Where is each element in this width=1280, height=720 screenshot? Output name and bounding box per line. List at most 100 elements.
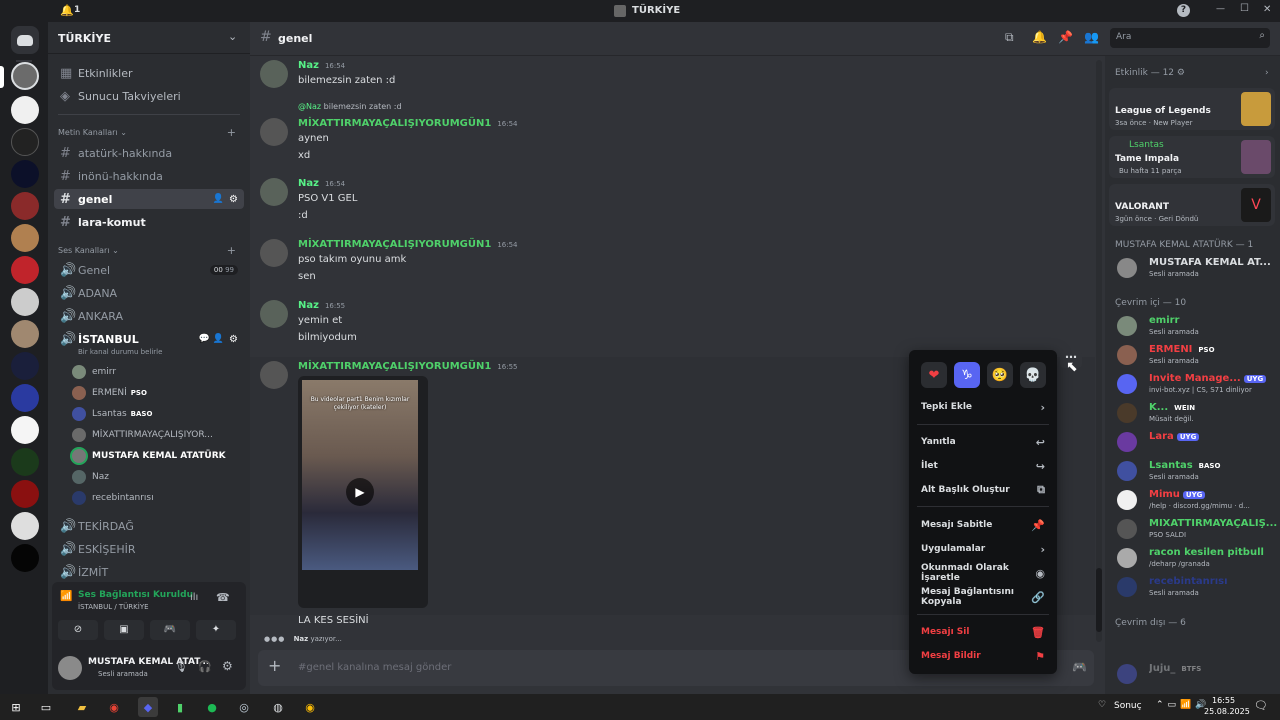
- camera-button[interactable]: ⊘: [58, 620, 98, 640]
- channel-genel[interactable]: # genel 👤 ⚙: [54, 189, 244, 209]
- close-button[interactable]: ✕: [1263, 4, 1271, 15]
- invite-icon[interactable]: 👤: [213, 194, 224, 204]
- voice-channels-header[interactable]: Ses Kanalları ⌄ +: [58, 244, 240, 257]
- server-header[interactable]: TÜRKİYE ⌄: [48, 22, 250, 54]
- avatar[interactable]: [260, 361, 288, 389]
- menu-report[interactable]: Mesaj Bildir ⚑: [913, 645, 1053, 667]
- guild-icon[interactable]: [11, 512, 39, 540]
- member-item[interactable]: recebintanrısı Sesli aramada: [1117, 573, 1277, 601]
- voice-channel-tekirdag[interactable]: 🔊 TEKİRDAĞ: [54, 516, 244, 536]
- guild-icon[interactable]: [11, 352, 39, 380]
- bell-icon[interactable]: 🔔: [1032, 30, 1047, 44]
- author-name[interactable]: MİXATTIRMAYAÇALIŞIYORUMGÜN1: [298, 239, 491, 250]
- chrome-icon[interactable]: ◉: [104, 697, 124, 717]
- member-item[interactable]: ERMENİ PSO Sesli aramada: [1117, 341, 1277, 369]
- author-name[interactable]: Naz: [298, 178, 319, 189]
- author-name[interactable]: Naz: [298, 60, 319, 71]
- guild-icon[interactable]: [11, 288, 39, 316]
- activity-card[interactable]: VALORANT 3gün önce · Geri Döndü V: [1109, 184, 1275, 226]
- gear-icon[interactable]: ⚙: [229, 334, 238, 345]
- guild-icon[interactable]: [11, 480, 39, 508]
- guild-icon[interactable]: [11, 128, 39, 156]
- discord-home-icon[interactable]: [11, 26, 39, 54]
- avatar[interactable]: [260, 60, 288, 88]
- sidebar-item-boosts[interactable]: ◈ Sunucu Takviyeleri: [54, 86, 244, 106]
- disconnect-icon[interactable]: ☎: [216, 591, 230, 604]
- activity-card[interactable]: League of Legends 3sa önce · New Player: [1109, 88, 1275, 130]
- menu-pin[interactable]: Mesajı Sabitle 📌: [913, 514, 1053, 536]
- help-icon[interactable]: ?: [1177, 4, 1190, 17]
- menu-mark-unread[interactable]: Okunmadı Olarak İşaretle ◉: [913, 562, 1053, 584]
- voice-user[interactable]: MUSTAFA KEMAL ATATÜRK: [72, 447, 226, 465]
- menu-delete[interactable]: Mesajı Sil 🗑: [913, 621, 1053, 643]
- member-item[interactable]: MUSTAFA KEMAL AT... Sesli aramada: [1117, 254, 1277, 282]
- gear-icon[interactable]: ⚙: [222, 659, 233, 673]
- member-item[interactable]: Mimu UYG/help · discord.gg/mimu · d...: [1117, 486, 1277, 514]
- activity-header[interactable]: Etkinlik — 12 ⚙ ›: [1115, 68, 1269, 78]
- voice-user[interactable]: MİXATTIRMAYAÇALIŞIYOR...⊘: [72, 426, 260, 444]
- author-name[interactable]: Naz: [298, 300, 319, 311]
- chrome-icon[interactable]: ◉: [300, 697, 320, 717]
- member-item[interactable]: Juju_ BTFS: [1117, 660, 1277, 688]
- chat-icon[interactable]: 💬: [199, 334, 210, 344]
- avatar[interactable]: [260, 178, 288, 206]
- member-item[interactable]: racon kesilen pitbull/deharp /granada: [1117, 544, 1277, 572]
- clock-time[interactable]: 16:55: [1212, 696, 1235, 705]
- voice-channel-eskisehir[interactable]: 🔊 ESKİŞEHİR: [54, 539, 244, 559]
- avatar[interactable]: [58, 656, 82, 680]
- member-item[interactable]: Invite Manage... UYG invi-bot.xyz | CS, S7…: [1117, 370, 1277, 398]
- channel-inonu-hakkinda[interactable]: # inönü-hakkında: [54, 166, 244, 186]
- app-icon[interactable]: ▮: [170, 697, 190, 717]
- menu-copy-link[interactable]: Mesaj Bağlantısını Kopyala 🔗: [913, 586, 1053, 608]
- windows-start-icon[interactable]: ⊞: [6, 697, 26, 717]
- voice-user[interactable]: Naz⊘: [72, 468, 260, 486]
- voice-user[interactable]: Lsantas BASO: [72, 405, 152, 423]
- guild-icon[interactable]: [11, 256, 39, 284]
- guild-icon[interactable]: [11, 384, 39, 412]
- notification-icon[interactable]: 🗨: [1254, 699, 1268, 712]
- inbox-icon[interactable]: 🔔: [60, 4, 74, 17]
- add-attachment-icon[interactable]: +: [268, 656, 281, 675]
- guild-icon[interactable]: [11, 160, 39, 188]
- weather-icon[interactable]: ♡: [1098, 700, 1106, 710]
- pin-icon[interactable]: 📌: [1058, 30, 1073, 44]
- clock-date[interactable]: 25.08.2025: [1204, 707, 1250, 716]
- reaction-capricorn[interactable]: ♑: [954, 362, 980, 388]
- user-name[interactable]: MUSTAFA KEMAL ATAT...: [88, 657, 209, 667]
- voice-user[interactable]: emirr: [72, 363, 116, 381]
- member-item[interactable]: Lsantas BASO Sesli aramada: [1117, 457, 1277, 485]
- soundboard-button[interactable]: ✦: [196, 620, 236, 640]
- voice-channel-adana[interactable]: 🔊 ADANA: [54, 283, 244, 303]
- guild-icon-turkiye[interactable]: [11, 62, 39, 90]
- member-item[interactable]: Lara UYG: [1117, 428, 1277, 456]
- screen-share-button[interactable]: ▣: [104, 620, 144, 640]
- reply-preview[interactable]: @Naz bilemezsin zaten :d: [298, 102, 402, 111]
- menu-forward[interactable]: İlet ↪: [913, 455, 1053, 477]
- scrollbar-track[interactable]: [1096, 60, 1102, 642]
- tray-icons[interactable]: ⌃▭📶🔊: [1156, 700, 1210, 710]
- reaction-skull[interactable]: 💀: [1020, 362, 1046, 388]
- voice-user[interactable]: ERMENİPSO⊘: [72, 384, 260, 402]
- guild-icon[interactable]: [11, 96, 39, 124]
- guild-icon[interactable]: [11, 544, 39, 572]
- guild-icon[interactable]: [11, 320, 39, 348]
- channel-status[interactable]: Bir kanal durumu belirle: [78, 348, 162, 356]
- guild-icon[interactable]: [11, 224, 39, 252]
- channel-ataturk-hakkinda[interactable]: # atatürk-hakkında: [54, 143, 244, 163]
- add-channel-icon[interactable]: +: [227, 244, 236, 257]
- weather-label[interactable]: Sonuç: [1114, 701, 1142, 711]
- guild-icon[interactable]: [11, 448, 39, 476]
- obs-icon[interactable]: ◍: [268, 697, 288, 717]
- headphones-icon[interactable]: 🎧: [198, 660, 212, 673]
- activity-card[interactable]: Lsantas Tame Impala Bu hafta 11 parça: [1109, 136, 1275, 178]
- voice-channel-genel[interactable]: 🔊 Genel 00 99: [54, 260, 244, 280]
- invite-icon[interactable]: 👤: [213, 334, 224, 344]
- gear-icon[interactable]: ⚙: [229, 194, 238, 205]
- member-item[interactable]: K... WEIN Müsait değil.: [1117, 399, 1277, 427]
- signal-icon[interactable]: 📶: [60, 591, 72, 602]
- add-channel-icon[interactable]: +: [227, 126, 236, 139]
- voice-channel-izmit[interactable]: 🔊 İZMİT: [54, 562, 244, 582]
- search-input[interactable]: Ara ⌕: [1110, 28, 1270, 48]
- noise-suppression-icon[interactable]: ılı: [190, 592, 198, 603]
- avatar[interactable]: [260, 239, 288, 267]
